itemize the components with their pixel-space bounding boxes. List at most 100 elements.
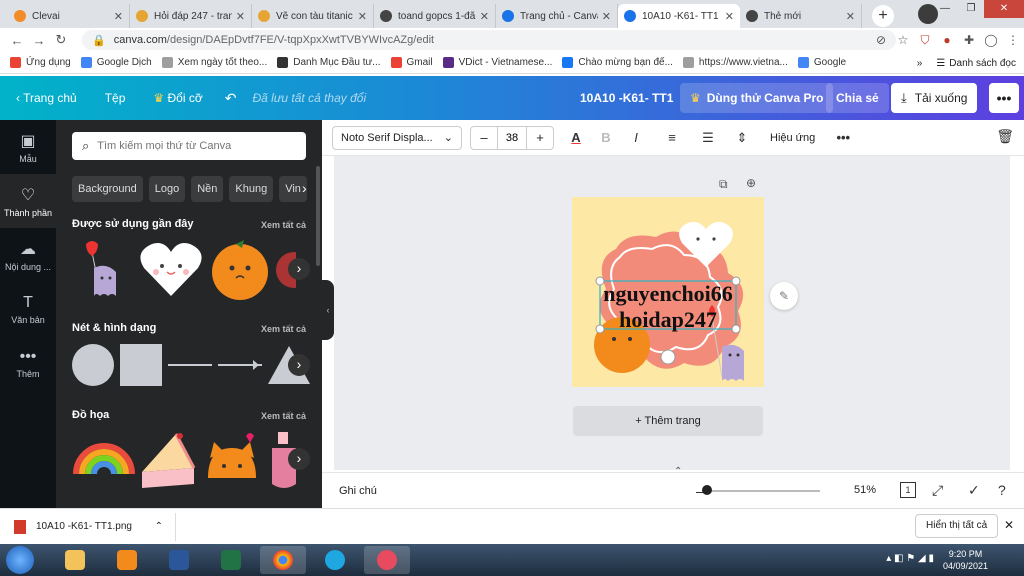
taskbar-app-icon[interactable] [364,546,410,574]
bookmark-item[interactable]: Chào mừng bạn đế... [562,57,673,68]
bookmark-item[interactable]: Danh Mục Đầu tư... [277,57,381,68]
add-page-icon[interactable]: ⊕ [746,176,756,190]
taskbar-chrome-icon[interactable] [260,546,306,574]
design-page[interactable]: nguyenchoi66 hoidap247 [572,197,764,387]
rail-item[interactable]: ☁ Nội dung ... [0,228,56,282]
taskbar-explorer-icon[interactable] [52,546,98,574]
graphics-see-all[interactable]: Xem tất cả [261,411,306,421]
share-button[interactable]: Chia sẻ [826,83,889,113]
maximize-icon[interactable]: ❐ [958,0,984,18]
text-color-icon[interactable]: A [568,130,584,145]
arrow-shape[interactable] [218,360,262,370]
rotate-handle[interactable] [660,349,676,365]
tray-icons[interactable]: ▴ ◧ ⚑ ◢ ▮ [886,553,934,564]
browser-tab[interactable]: Hỏi đáp 247 - trang ✕ [130,4,252,28]
help-icon[interactable]: ? [998,482,1006,498]
back-icon[interactable]: ← [6,33,28,48]
square-shape[interactable] [120,344,162,386]
taskbar-excel-icon[interactable] [208,546,254,574]
browser-tab[interactable]: Vẽ con tàu titanic ✕ [252,4,374,28]
close-tab-icon[interactable]: ✕ [725,10,734,23]
ghost-balloon-graphic[interactable] [72,238,136,302]
close-tab-icon[interactable]: ✕ [602,10,611,23]
undo-icon[interactable]: ↶ [225,90,237,107]
clock[interactable]: 9:20 PM 04/09/2021 [943,548,988,572]
panel-scrollbar[interactable] [316,166,320,266]
close-tab-icon[interactable]: ✕ [846,10,855,23]
spacing-icon[interactable]: ⇕ [734,130,750,146]
account-icon[interactable]: ◯ [980,33,1002,47]
rail-item[interactable]: ♡ Thành phần [0,174,56,228]
star-icon[interactable]: ☆ [892,33,914,47]
home-link[interactable]: ‹ Trang chủ [16,91,77,105]
zoom-slider-handle[interactable] [702,485,712,495]
more-icon[interactable]: ••• [835,130,851,145]
forward-icon[interactable]: → [28,33,50,48]
design-text-line-1[interactable]: nguyenchoi66 [603,281,733,306]
bookmark-item[interactable]: Xem ngày tốt theo... [161,57,267,68]
bookmark-item[interactable]: Google [797,57,846,68]
bookmarks-more[interactable]: » [917,58,923,69]
effects-button[interactable]: Hiệu ứng [770,132,815,144]
align-center-icon[interactable]: ≡ [664,130,680,145]
rail-item[interactable]: ••• Thêm [0,336,56,390]
shield-icon[interactable]: ⛉ [914,33,936,48]
reading-list[interactable]: Danh sách đọc [949,58,1016,69]
browser-tab[interactable]: 10A10 -K61- TT1 ✕ [618,4,740,28]
fullscreen-icon[interactable]: ⤢ [932,482,943,499]
recent-next-icon[interactable]: › [288,258,310,280]
minimize-icon[interactable]: — [932,0,958,18]
category-chip[interactable]: Logo [148,176,186,202]
downloaded-file[interactable]: 10A10 -K61- TT1.png ⌃ [14,512,176,541]
font-size-input[interactable] [497,126,527,149]
increase-size-button[interactable]: + [527,127,553,149]
list-icon[interactable]: ☰ [700,130,716,146]
decrease-size-button[interactable]: – [471,127,497,149]
heart-face-graphic[interactable] [136,238,206,302]
taskbar-media-icon[interactable] [104,546,150,574]
browser-tab[interactable]: Trang chủ - Canva ✕ [496,4,618,28]
design-title[interactable]: 10A10 -K61- TT1 [580,76,673,120]
graphics-next-icon[interactable]: › [288,448,310,470]
chevron-up-icon[interactable]: ⌃ [155,521,163,532]
reload-icon[interactable]: ↻ [50,32,72,48]
try-pro-button[interactable]: ♛ Dùng thử Canva Pro [680,83,834,113]
bookmark-item[interactable]: https://www.vietna... [682,57,788,68]
cat-graphic[interactable] [200,428,264,492]
chips-next-icon[interactable]: › [302,180,307,196]
close-tab-icon[interactable]: ✕ [358,10,367,23]
download-button[interactable]: ⤓ Tải xuống [891,83,978,113]
orange-face-graphic[interactable] [206,238,276,302]
close-window-icon[interactable]: ✕ [984,0,1024,18]
search-input[interactable] [97,140,288,152]
eye-off-icon[interactable]: ⊘ [870,33,892,47]
taskbar-ie-icon[interactable] [312,546,358,574]
start-button[interactable] [6,546,34,574]
bookmark-item[interactable]: Google Dịch [80,57,152,68]
bookmark-item[interactable]: Gmail [390,57,433,68]
circle-shape[interactable] [72,344,114,386]
cake-graphic[interactable] [136,428,200,492]
file-menu[interactable]: Tệp [105,91,126,105]
close-tab-icon[interactable]: ✕ [114,10,123,23]
show-all-downloads-button[interactable]: Hiển thị tất cả [915,514,999,538]
category-chip[interactable]: Background [72,176,143,202]
taskbar-word-icon[interactable] [156,546,202,574]
browser-tab[interactable]: toand gopcs 1-đã ✕ [374,4,496,28]
add-page-button[interactable]: + Thêm trang [573,406,763,436]
close-tab-icon[interactable]: ✕ [236,10,245,23]
browser-tab[interactable]: Clevai ✕ [8,4,130,28]
resize-button[interactable]: ♛ Đổi cỡ [153,91,202,105]
collapse-panel-handle[interactable]: ‹ [322,280,334,340]
adblock-icon[interactable]: ● [936,33,958,47]
italic-icon[interactable]: I [628,130,644,145]
add-comment-icon[interactable]: ✎ [770,282,798,310]
browser-tab[interactable]: Thẻ mới ✕ [740,4,862,28]
extensions-icon[interactable]: ✚ [958,33,980,47]
zoom-level[interactable]: 51% [854,484,876,496]
rail-item[interactable]: ▣ Mẫu [0,120,56,174]
duplicate-page-icon[interactable]: ⧉ [719,177,728,192]
category-chip[interactable]: Nền [191,176,224,202]
notes-button[interactable]: Ghi chú [339,485,377,497]
new-tab-button[interactable]: + [872,5,894,27]
